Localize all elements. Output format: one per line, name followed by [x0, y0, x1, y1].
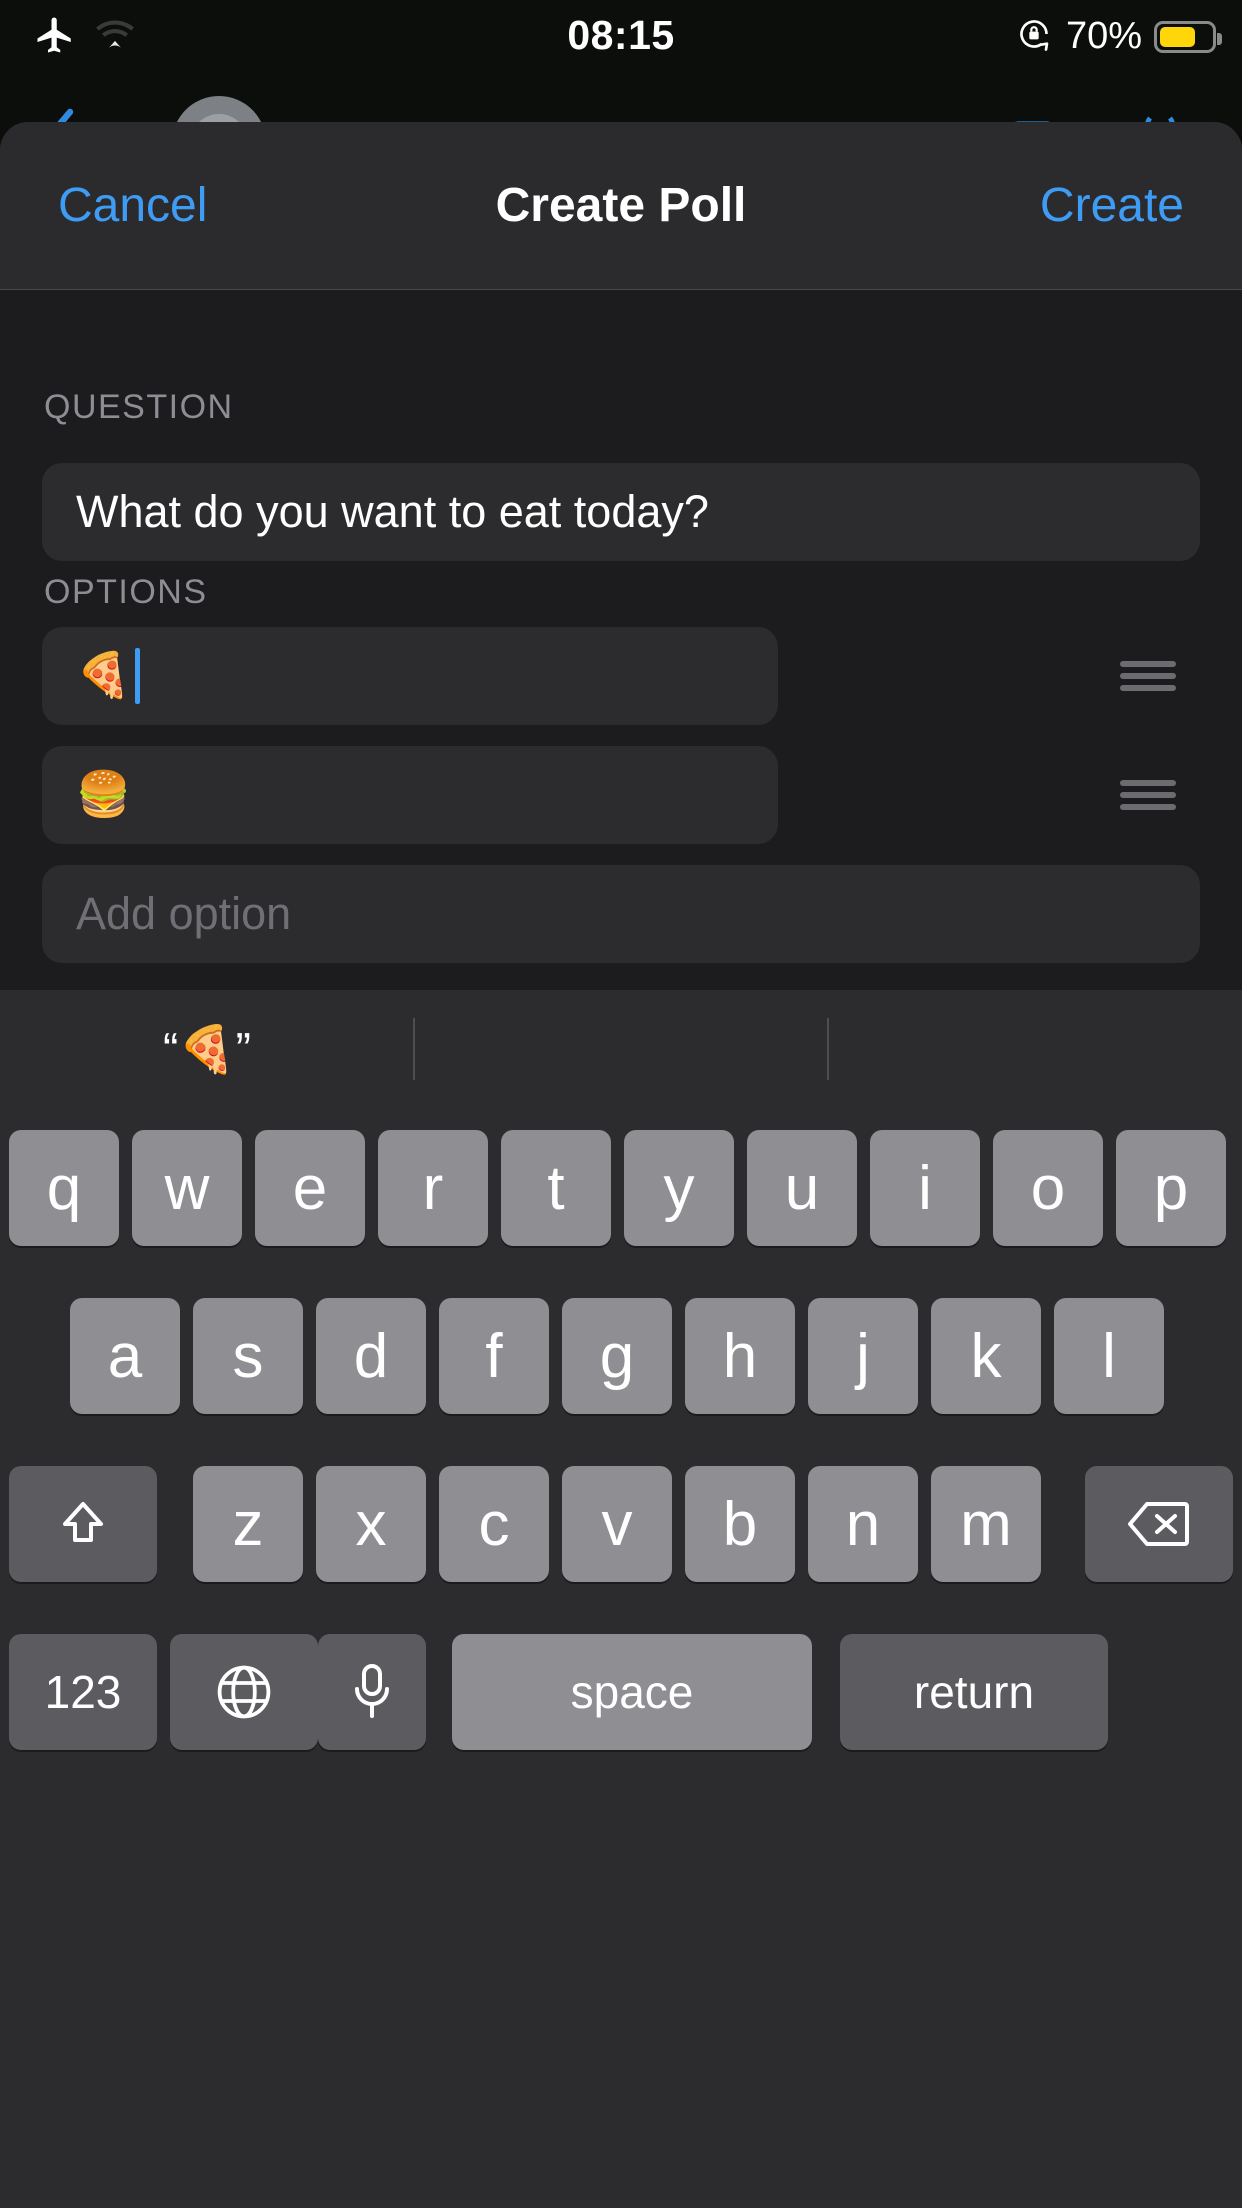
- key-label: c: [478, 1489, 510, 1559]
- key-b[interactable]: b: [685, 1466, 795, 1582]
- key-label: space: [570, 1666, 694, 1718]
- predictive-text-bar: “🍕”: [0, 990, 1242, 1108]
- keyboard-row-3: zxcvbnm: [0, 1444, 1242, 1612]
- key-i[interactable]: i: [870, 1130, 980, 1246]
- key-w[interactable]: w: [132, 1130, 242, 1246]
- key-label: q: [46, 1153, 82, 1223]
- key-space[interactable]: space: [452, 1634, 812, 1750]
- key-j[interactable]: j: [808, 1298, 918, 1414]
- key-label: a: [107, 1321, 143, 1391]
- key-z[interactable]: z: [193, 1466, 303, 1582]
- battery-percent-label: 70%: [1065, 15, 1142, 57]
- microphone-icon[interactable]: [318, 1634, 426, 1750]
- sheet-header: Cancel Create Poll Create: [0, 122, 1242, 290]
- prediction-candidate-1[interactable]: “🍕”: [0, 990, 414, 1108]
- status-bar-right: 70%: [1014, 14, 1222, 59]
- rotation-lock-icon: [1014, 14, 1054, 59]
- key-e[interactable]: e: [255, 1130, 365, 1246]
- add-option-input[interactable]: Add option: [42, 865, 1200, 963]
- text-caret: [134, 648, 140, 704]
- key-n[interactable]: n: [808, 1466, 918, 1582]
- option-input-1[interactable]: 🍕: [42, 627, 778, 725]
- key-label: x: [355, 1489, 387, 1559]
- key-label: 123: [44, 1666, 122, 1718]
- key-p[interactable]: p: [1116, 1130, 1226, 1246]
- shift-icon[interactable]: [9, 1466, 157, 1582]
- phone-screen: 08:15 70% Group: [0, 0, 1242, 2208]
- backspace-icon[interactable]: [1085, 1466, 1233, 1582]
- battery-icon: [1154, 20, 1222, 53]
- key-label: w: [164, 1153, 210, 1223]
- reorder-handle-icon-2[interactable]: [1120, 780, 1176, 810]
- option-input-2[interactable]: 🍔: [42, 746, 778, 844]
- key-u[interactable]: u: [747, 1130, 857, 1246]
- key-label: p: [1153, 1153, 1189, 1223]
- key-label: g: [599, 1321, 635, 1391]
- question-section-label: QUESTION: [44, 388, 234, 426]
- key-label: e: [292, 1153, 328, 1223]
- key-123[interactable]: 123: [9, 1634, 157, 1750]
- key-label: l: [1102, 1321, 1116, 1391]
- key-label: u: [784, 1153, 820, 1223]
- key-f[interactable]: f: [439, 1298, 549, 1414]
- key-label: m: [960, 1489, 1012, 1559]
- pizza-emoji: 🍕: [76, 651, 131, 700]
- key-label: z: [232, 1489, 264, 1559]
- sheet-body: QUESTION What do you want to eat today? …: [0, 290, 1242, 990]
- key-t[interactable]: t: [501, 1130, 611, 1246]
- key-r[interactable]: r: [378, 1130, 488, 1246]
- keyboard-row-1: qwertyuiop: [0, 1108, 1242, 1276]
- key-label: n: [845, 1489, 881, 1559]
- on-screen-keyboard: “🍕” q w e r t y u i o p a s d f g h j k l z x c v b n m 123 space re…: [0, 990, 1242, 2208]
- key-label: t: [547, 1153, 565, 1223]
- reorder-handle-icon-1[interactable]: [1120, 661, 1176, 691]
- key-h[interactable]: h: [685, 1298, 795, 1414]
- key-s[interactable]: s: [193, 1298, 303, 1414]
- key-label: y: [663, 1153, 695, 1223]
- key-label: v: [601, 1489, 633, 1559]
- key-return[interactable]: return: [840, 1634, 1108, 1750]
- options-section-label: OPTIONS: [44, 573, 208, 611]
- key-label: k: [970, 1321, 1002, 1391]
- key-a[interactable]: a: [70, 1298, 180, 1414]
- create-button[interactable]: Create: [1040, 178, 1184, 233]
- key-label: h: [722, 1321, 758, 1391]
- key-label: o: [1030, 1153, 1066, 1223]
- prediction-candidate-3[interactable]: [828, 990, 1242, 1108]
- key-x[interactable]: x: [316, 1466, 426, 1582]
- key-label: r: [422, 1153, 444, 1223]
- status-bar: 08:15 70%: [0, 0, 1242, 74]
- key-label: s: [232, 1321, 264, 1391]
- keyboard-row-2: asdfghjkl: [0, 1276, 1242, 1444]
- key-label: b: [722, 1489, 758, 1559]
- question-input[interactable]: What do you want to eat today?: [42, 463, 1200, 561]
- prediction-candidate-2[interactable]: [414, 990, 828, 1108]
- key-g[interactable]: g: [562, 1298, 672, 1414]
- create-poll-sheet: Cancel Create Poll Create QUESTION What …: [0, 122, 1242, 990]
- keyboard-rows: q w e r t y u i o p a s d f g h j k l z x c v b n m 123 space return: [0, 1108, 1242, 1792]
- key-label: j: [856, 1321, 870, 1391]
- key-c[interactable]: c: [439, 1466, 549, 1582]
- key-y[interactable]: y: [624, 1130, 734, 1246]
- key-label: f: [485, 1321, 503, 1391]
- key-q[interactable]: q: [9, 1130, 119, 1246]
- globe-icon[interactable]: [170, 1634, 318, 1750]
- hamburger-emoji: 🍔: [76, 770, 131, 819]
- key-k[interactable]: k: [931, 1298, 1041, 1414]
- keyboard-row-4: 123 space return: [0, 1612, 1242, 1792]
- add-option-placeholder: Add option: [76, 888, 292, 939]
- key-label: i: [918, 1153, 932, 1223]
- key-label: return: [913, 1666, 1035, 1718]
- key-l[interactable]: l: [1054, 1298, 1164, 1414]
- key-d[interactable]: d: [316, 1298, 426, 1414]
- key-label: d: [353, 1321, 389, 1391]
- key-v[interactable]: v: [562, 1466, 672, 1582]
- key-m[interactable]: m: [931, 1466, 1041, 1582]
- key-o[interactable]: o: [993, 1130, 1103, 1246]
- question-input-value: What do you want to eat today?: [76, 486, 709, 537]
